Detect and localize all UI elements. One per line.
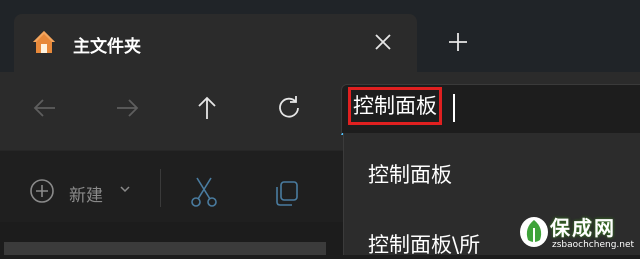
text-caret xyxy=(453,94,455,122)
suggestion-item[interactable]: 控制面板 xyxy=(368,159,452,189)
toolbar-separator xyxy=(160,169,161,207)
copy-icon[interactable] xyxy=(272,178,302,208)
arrow-left-icon[interactable] xyxy=(30,93,60,123)
close-icon[interactable] xyxy=(370,29,396,55)
tab-home-folder[interactable]: 主文件夹 xyxy=(14,14,417,72)
watermark-url: zsbaochcheng.net xyxy=(552,240,635,250)
arrow-right-icon[interactable] xyxy=(112,93,142,123)
refresh-icon[interactable] xyxy=(274,93,304,123)
watermark-title: 保成网 xyxy=(550,216,616,240)
new-button-label[interactable]: 新建 xyxy=(69,181,103,206)
home-icon xyxy=(33,31,55,53)
chevron-down-icon[interactable] xyxy=(118,182,132,196)
tab-title: 主文件夹 xyxy=(73,37,141,57)
sidebar-strip xyxy=(4,242,326,255)
address-bar[interactable]: 控制面板 xyxy=(341,84,640,135)
scissors-icon[interactable] xyxy=(189,175,219,209)
plus-icon[interactable] xyxy=(444,28,472,56)
address-input-value[interactable]: 控制面板 xyxy=(348,87,442,125)
plus-circle-icon[interactable] xyxy=(28,177,58,207)
arrow-up-icon[interactable] xyxy=(192,93,222,123)
